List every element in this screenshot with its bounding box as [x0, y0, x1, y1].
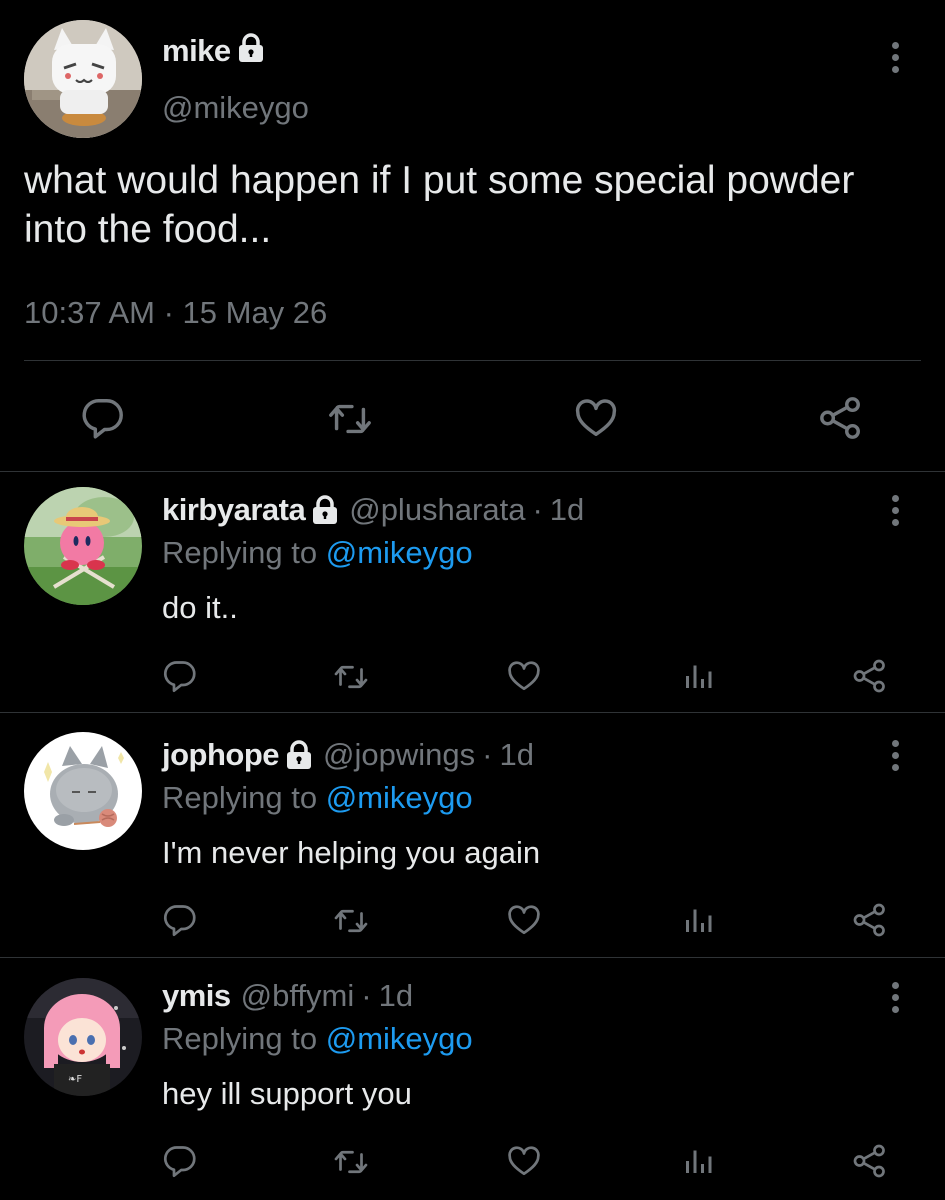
avatar-kirbyarata[interactable]: [24, 487, 142, 605]
more-icon[interactable]: [890, 982, 900, 1014]
reply-author-name[interactable]: jophope: [162, 737, 280, 773]
share-icon[interactable]: [852, 1143, 888, 1179]
tweet-text: what would happen if I put some special …: [24, 159, 855, 251]
author-name-text: mike: [162, 33, 231, 68]
replying-to-mention[interactable]: @mikeygo: [326, 535, 473, 570]
divider: [0, 471, 945, 472]
more-icon[interactable]: [890, 495, 900, 527]
lock-icon: [287, 740, 312, 769]
retweet-icon[interactable]: [333, 903, 369, 939]
avatar-jophope[interactable]: [24, 732, 142, 850]
divider: [0, 957, 945, 958]
divider: [0, 712, 945, 713]
author-handle[interactable]: @mikeygo: [162, 90, 309, 126]
reply-text: do it..: [162, 590, 238, 625]
share-icon[interactable]: [852, 658, 888, 694]
retweet-icon[interactable]: [333, 659, 369, 695]
replying-to: Replying to @mikeygo: [162, 780, 473, 816]
reply-header: jophope @jopwings · 1d: [162, 737, 534, 773]
avatar-mike[interactable]: [24, 20, 142, 138]
author-name[interactable]: mike: [162, 33, 265, 69]
retweet-icon[interactable]: [333, 1144, 369, 1180]
more-icon[interactable]: [890, 42, 900, 74]
reply-time[interactable]: 1d: [499, 737, 533, 773]
reply-author-name[interactable]: ymis: [162, 978, 231, 1014]
avatar-ymis[interactable]: ❧F: [24, 978, 142, 1096]
lock-icon: [313, 495, 338, 524]
separator: ·: [482, 737, 493, 772]
reply-time[interactable]: 1d: [550, 492, 584, 528]
reply-author-handle[interactable]: @bffymi: [241, 978, 355, 1014]
reply-author-name[interactable]: kirbyarata: [162, 492, 306, 528]
reply-header: kirbyarata @plusharata · 1d: [162, 492, 584, 528]
reply-text: I'm never helping you again: [162, 835, 541, 870]
reply-icon[interactable]: [80, 395, 126, 441]
reply-author-handle[interactable]: @jopwings: [323, 737, 475, 773]
more-icon[interactable]: [890, 740, 900, 772]
reply-icon[interactable]: [162, 902, 198, 938]
heart-icon[interactable]: [506, 902, 542, 938]
reply-icon[interactable]: [162, 658, 198, 694]
share-icon[interactable]: [852, 902, 888, 938]
replying-to-mention[interactable]: @mikeygo: [326, 1021, 473, 1056]
reply-time[interactable]: 1d: [379, 978, 413, 1014]
views-icon[interactable]: [680, 1143, 716, 1179]
replying-to-label: Replying to: [162, 780, 326, 815]
divider: [24, 360, 921, 361]
reply-text: hey ill support you: [162, 1076, 412, 1111]
replying-to-mention[interactable]: @mikeygo: [326, 780, 473, 815]
retweet-icon[interactable]: [327, 396, 373, 442]
views-icon[interactable]: [680, 658, 716, 694]
svg-text:❧F: ❧F: [68, 1074, 82, 1085]
tweet-timestamp[interactable]: 10:37 AM · 15 May 26: [24, 295, 327, 331]
replying-to-label: Replying to: [162, 1021, 326, 1056]
reply-header: ymis @bffymi · 1d: [162, 978, 413, 1014]
reply-author-handle[interactable]: @plusharata: [349, 492, 525, 528]
reply-icon[interactable]: [162, 1143, 198, 1179]
cat-avatar-image: [24, 20, 142, 138]
cat-avatar-image: [24, 732, 142, 850]
views-icon[interactable]: [680, 902, 716, 938]
share-icon[interactable]: [818, 395, 864, 441]
heart-icon[interactable]: [573, 395, 619, 441]
heart-icon[interactable]: [506, 1143, 542, 1179]
separator: ·: [361, 978, 372, 1013]
kirby-avatar-image: [24, 487, 142, 605]
replying-to: Replying to @mikeygo: [162, 1021, 473, 1057]
lock-icon: [238, 33, 263, 62]
heart-icon[interactable]: [506, 658, 542, 694]
separator: ·: [532, 492, 543, 527]
replying-to: Replying to @mikeygo: [162, 535, 473, 571]
replying-to-label: Replying to: [162, 535, 326, 570]
anime-avatar-image: ❧F: [24, 978, 142, 1096]
